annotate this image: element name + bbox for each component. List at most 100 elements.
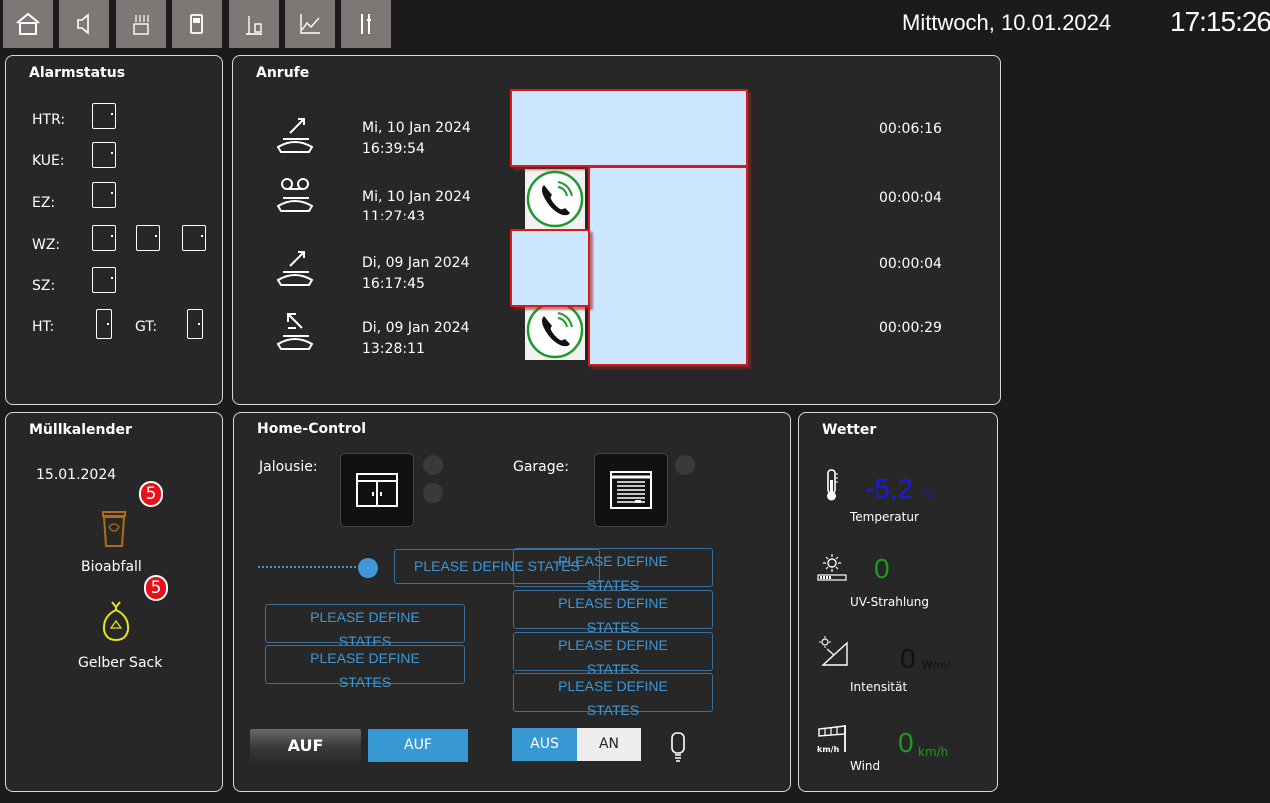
call-time: 16:39:54	[362, 141, 425, 157]
call-duration: 00:00:04	[879, 256, 942, 272]
auf-dark-button[interactable]: AUF	[250, 729, 361, 762]
garage-tile[interactable]	[594, 453, 668, 527]
waste-date: 15.01.2024	[36, 467, 117, 483]
nav-heating-button[interactable]	[116, 0, 166, 48]
outgoing-call-icon	[276, 118, 314, 153]
wind-value: 0	[898, 727, 914, 758]
nav-audio-button[interactable]	[59, 0, 109, 48]
popup-overlay	[510, 89, 748, 167]
state-widget-line: PLEASE DEFINE	[558, 678, 668, 694]
alarm-label-ht: HT:	[32, 319, 55, 335]
state-widget-line: PLEASE DEFINE	[558, 553, 668, 569]
state-widget[interactable]: PLEASE DEFINE STATES	[513, 590, 713, 635]
light-bulb-icon[interactable]	[670, 731, 686, 763]
speaker-icon	[77, 13, 89, 35]
state-widget-line: PLEASE DEFINE	[558, 637, 668, 653]
an-toggle[interactable]: AN	[577, 728, 641, 761]
window-sensor-icon	[182, 225, 206, 251]
state-widget[interactable]: PLEASE DEFINE STATES	[513, 632, 713, 677]
nav-home-button[interactable]	[3, 0, 53, 48]
wind-icon-unit: km/h	[817, 745, 840, 754]
yellow-bag-badge: 5	[144, 575, 168, 601]
temperature-value: -5,2	[865, 473, 914, 504]
window-sensor-icon	[92, 267, 116, 293]
temperature-unit: °C	[923, 489, 935, 500]
temperature-label: Temperatur	[850, 510, 919, 524]
state-widget-line: PLEASE DEFINE	[310, 609, 420, 625]
call-date: Mi, 10 Jan 2024	[362, 120, 471, 136]
incoming-call-icon	[276, 313, 314, 350]
weather-title: Wetter	[822, 422, 877, 438]
alarm-label-gt: GT:	[135, 319, 158, 335]
state-widget[interactable]: PLEASE DEFINE STATES	[265, 645, 465, 690]
weather-panel: Wetter -5,2 °C Temperatur 0 UV-Strahlung…	[798, 412, 998, 792]
door-sensor-icon	[96, 309, 112, 339]
alarm-status-title: Alarmstatus	[29, 65, 126, 81]
state-widget-line: STATES	[338, 674, 392, 690]
tank-level-icon	[246, 16, 262, 35]
alarm-label-htr: HTR:	[32, 112, 66, 128]
chart-icon	[300, 14, 320, 34]
window-sensor-icon	[92, 103, 116, 129]
status-dot	[423, 455, 443, 475]
auf-button[interactable]: AUF	[368, 729, 468, 762]
state-widget[interactable]: PLEASE DEFINE STATES	[513, 548, 713, 593]
nav-tools-button[interactable]	[341, 0, 391, 48]
jalousie-label: Jalousie:	[259, 459, 318, 475]
calls-title: Anrufe	[256, 65, 310, 81]
alarm-label-ez: EZ:	[32, 195, 56, 211]
jalousie-slider-track[interactable]	[258, 566, 368, 571]
aus-toggle[interactable]: AUS	[512, 728, 577, 761]
alarm-label-wz: WZ:	[32, 237, 61, 253]
intensity-value: 0	[900, 643, 916, 674]
state-widget-line: STATES	[586, 702, 640, 718]
alarm-label-sz: SZ:	[32, 278, 56, 294]
yellow-bag-label: Gelber Sack	[78, 655, 163, 671]
home-control-title: Home-Control	[257, 421, 367, 437]
voicemail-icon	[276, 178, 314, 212]
call-date: Di, 09 Jan 2024	[362, 320, 470, 336]
solar-intensity-icon	[819, 636, 848, 666]
outgoing-call-icon	[276, 251, 314, 286]
garage-label: Garage:	[513, 459, 569, 475]
call-duration: 00:00:04	[879, 190, 942, 206]
bio-waste-badge: 5	[139, 481, 163, 507]
jalousie-tile[interactable]	[340, 453, 414, 527]
tools-icon	[361, 14, 371, 34]
header-clock: 17:15:26	[1170, 6, 1270, 37]
popup-overlay	[588, 166, 748, 366]
home-icon	[16, 12, 40, 35]
uv-label: UV-Strahlung	[850, 595, 929, 609]
window-sensor-icon	[92, 142, 116, 168]
door-sensor-icon	[187, 309, 203, 339]
waste-calendar-title: Müllkalender	[29, 422, 132, 438]
call-time: 16:17:45	[362, 276, 425, 292]
alarm-label-kue: KUE:	[32, 153, 65, 169]
state-widget[interactable]: PLEASE DEFINE STATES	[265, 604, 465, 649]
intensity-unit: W/m²	[922, 659, 952, 672]
window-blind-icon	[356, 473, 398, 507]
wind-label: Wind	[850, 759, 881, 773]
window-sensor-icon	[92, 182, 116, 208]
wind-unit: km/h	[918, 745, 949, 759]
intensity-label: Intensität	[850, 680, 908, 694]
phone-ringing-icon	[525, 169, 585, 229]
nav-fuel-button[interactable]	[172, 0, 222, 48]
call-duration: 00:00:29	[879, 320, 942, 336]
alarm-status-panel: Alarmstatus HTR: KUE: EZ: WZ: SZ: HT: GT…	[5, 55, 223, 405]
yellow-bag-icon	[102, 601, 130, 642]
phone-ringing-icon	[525, 300, 585, 360]
thermometer-icon	[827, 469, 838, 501]
nav-chart-button[interactable]	[285, 0, 335, 48]
call-date: Mi, 10 Jan 2024	[362, 189, 471, 205]
state-widget[interactable]: PLEASE DEFINE STATES	[513, 673, 713, 718]
garage-door-icon	[610, 471, 652, 509]
state-widget-line: PLEASE DEFINE	[558, 595, 668, 611]
call-duration: 00:06:16	[879, 121, 942, 137]
uv-value: 0	[874, 553, 890, 584]
home-control-panel: Home-Control Jalousie: Garage: PLEASE DE…	[233, 412, 791, 792]
jalousie-slider-handle[interactable]	[358, 558, 378, 578]
nav-tank-button[interactable]	[229, 0, 279, 48]
fuel-icon	[190, 14, 203, 34]
status-dot	[675, 455, 695, 475]
